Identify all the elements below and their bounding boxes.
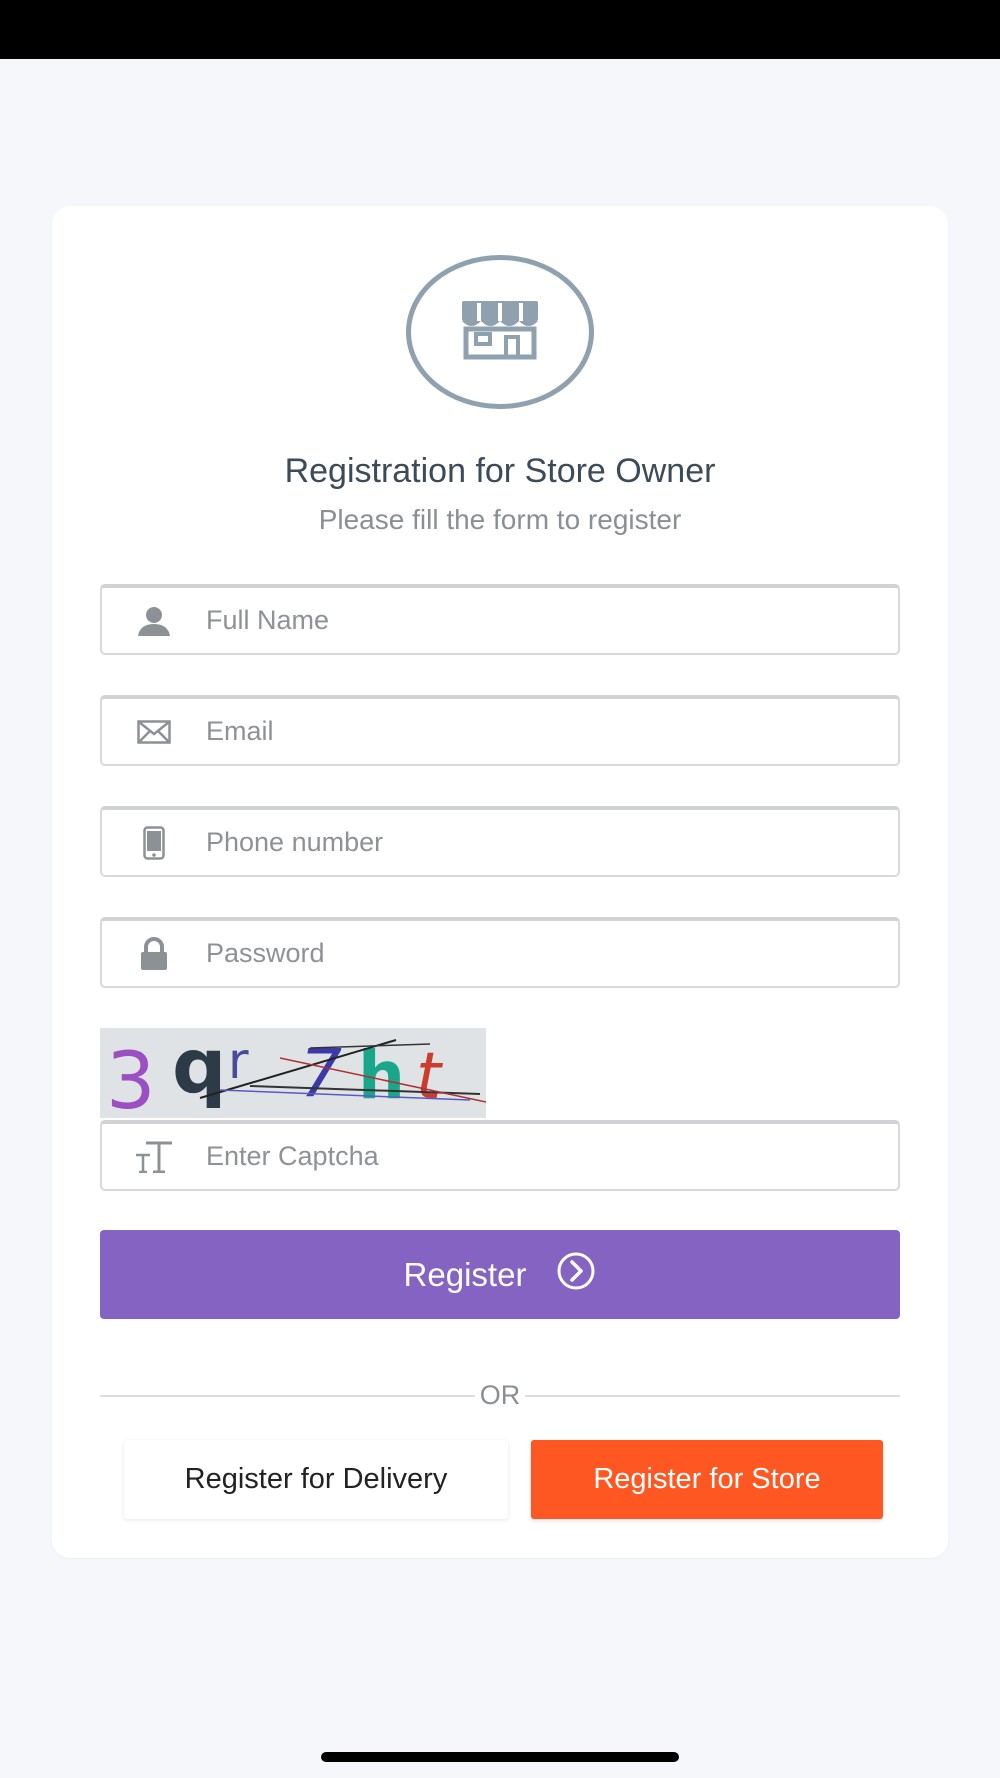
- divider-line-right: [525, 1395, 900, 1397]
- captcha-input[interactable]: [206, 1124, 866, 1189]
- password-input[interactable]: [206, 921, 866, 986]
- store-icon: [460, 299, 540, 366]
- svg-text:r: r: [228, 1032, 249, 1090]
- svg-text:q: q: [172, 1028, 226, 1110]
- or-divider: OR: [100, 1380, 900, 1410]
- phone-icon: [102, 810, 206, 875]
- svg-text:t: t: [416, 1040, 444, 1114]
- home-indicator: [321, 1752, 679, 1762]
- arrow-circle-right-icon: [556, 1251, 596, 1299]
- email-input[interactable]: [206, 699, 866, 764]
- captcha-field[interactable]: [100, 1120, 900, 1191]
- envelope-icon: [102, 699, 206, 764]
- register-delivery-button[interactable]: Register for Delivery: [124, 1440, 508, 1519]
- phone-field[interactable]: [100, 806, 900, 877]
- lock-icon: [102, 921, 206, 986]
- email-field[interactable]: [100, 695, 900, 766]
- password-field[interactable]: [100, 917, 900, 988]
- full-name-input[interactable]: [206, 588, 866, 653]
- full-name-field[interactable]: [100, 584, 900, 655]
- page-subtitle: Please fill the form to register: [318, 504, 682, 535]
- register-store-button[interactable]: Register for Store: [531, 1440, 883, 1519]
- page-title: Registration for Store Owner: [284, 452, 716, 490]
- registration-card: Registration for Store Owner Please fill…: [52, 206, 948, 1558]
- register-button[interactable]: Register: [100, 1230, 900, 1319]
- phone-input[interactable]: [206, 810, 866, 875]
- store-avatar: [406, 255, 594, 409]
- captcha-image: 3 q r 7 h t: [100, 1021, 487, 1127]
- status-bar: [0, 0, 1000, 59]
- text-icon: [102, 1124, 206, 1189]
- user-icon: [102, 588, 206, 653]
- svg-text:3: 3: [106, 1037, 156, 1118]
- register-label: Register: [403, 1255, 527, 1293]
